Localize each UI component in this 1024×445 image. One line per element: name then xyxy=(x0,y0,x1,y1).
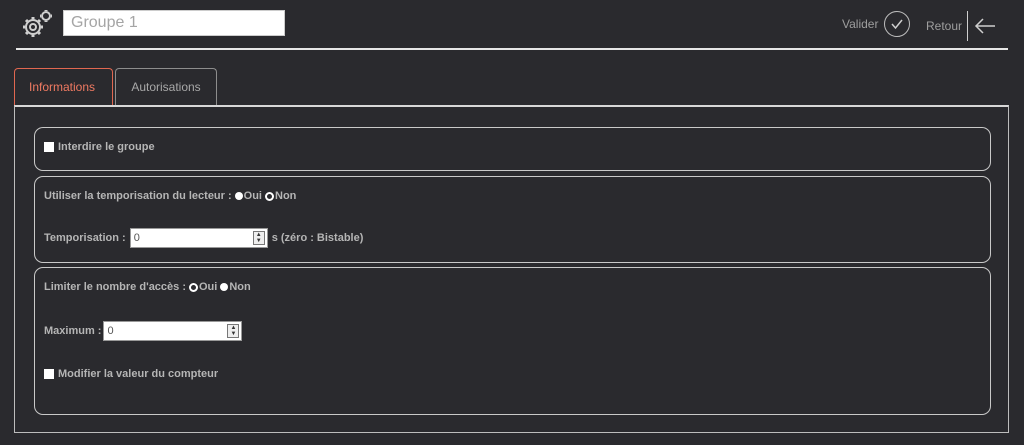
delay-input[interactable]: 0 ▲ ▼ xyxy=(129,228,268,248)
use-delay-oui-label: Oui xyxy=(243,190,262,202)
delay-row: Temporisation : 0 ▲ ▼ s (zéro : Bistable) xyxy=(44,228,363,248)
separator xyxy=(967,11,969,41)
maximum-input[interactable]: 0 ▲ ▼ xyxy=(103,321,243,341)
limit-oui-radio[interactable] xyxy=(189,282,198,292)
informations-panel: Interdire le groupe Utiliser la temporis… xyxy=(14,105,1009,433)
maximum-spinner[interactable]: ▲ ▼ xyxy=(227,324,240,338)
use-delay-row: Utiliser la temporisation du lecteur : O… xyxy=(44,190,296,202)
limit-row: Limiter le nombre d'accès : Oui Non xyxy=(44,281,251,293)
forbid-group-section: Interdire le groupe xyxy=(34,127,991,171)
forbid-group-checkbox[interactable] xyxy=(44,142,54,152)
access-limit-section: Limiter le nombre d'accès : Oui Non Maxi… xyxy=(34,267,991,415)
forbid-group-row: Interdire le groupe xyxy=(44,141,155,153)
delay-hint: s (zéro : Bistable) xyxy=(271,232,364,244)
delay-label: Temporisation : xyxy=(44,232,126,244)
modify-counter-label: Modifier la valeur du compteur xyxy=(58,368,219,380)
use-delay-oui-radio[interactable] xyxy=(234,192,243,200)
settings-gears-icon xyxy=(23,10,52,37)
reader-delay-section: Utiliser la temporisation du lecteur : O… xyxy=(34,176,991,263)
tab-bar: Informations Autorisations xyxy=(14,68,219,105)
back-label: Retour xyxy=(926,19,963,33)
delay-value: 0 xyxy=(133,232,140,244)
modify-counter-row: Modifier la valeur du compteur xyxy=(44,368,218,380)
delay-spinner[interactable]: ▲ ▼ xyxy=(252,231,265,245)
use-delay-non-radio[interactable] xyxy=(265,191,274,201)
maximum-row: Maximum : 0 ▲ ▼ xyxy=(44,321,243,341)
header-bar: Groupe 1 Valider Retour xyxy=(16,0,1008,50)
forbid-group-label: Interdire le groupe xyxy=(58,141,155,153)
maximum-value: 0 xyxy=(107,325,114,337)
tab-autorisations[interactable]: Autorisations xyxy=(115,68,217,105)
group-name-input[interactable]: Groupe 1 xyxy=(63,10,285,36)
limit-label: Limiter le nombre d'accès : xyxy=(44,281,186,293)
arrow-left-icon xyxy=(974,18,996,34)
validate-label: Valider xyxy=(842,17,879,31)
check-circle-icon xyxy=(884,11,911,37)
maximum-label: Maximum : xyxy=(44,325,102,337)
use-delay-non-label: Non xyxy=(275,190,297,202)
limit-non-radio[interactable] xyxy=(220,283,229,291)
back-button[interactable]: Retour xyxy=(926,11,996,41)
limit-non-label: Non xyxy=(229,281,251,293)
modify-counter-checkbox[interactable] xyxy=(44,369,54,379)
use-delay-label: Utiliser la temporisation du lecteur : xyxy=(44,190,232,202)
tab-informations[interactable]: Informations xyxy=(14,68,113,105)
limit-oui-label: Oui xyxy=(199,281,218,293)
validate-button[interactable]: Valider xyxy=(842,11,911,37)
